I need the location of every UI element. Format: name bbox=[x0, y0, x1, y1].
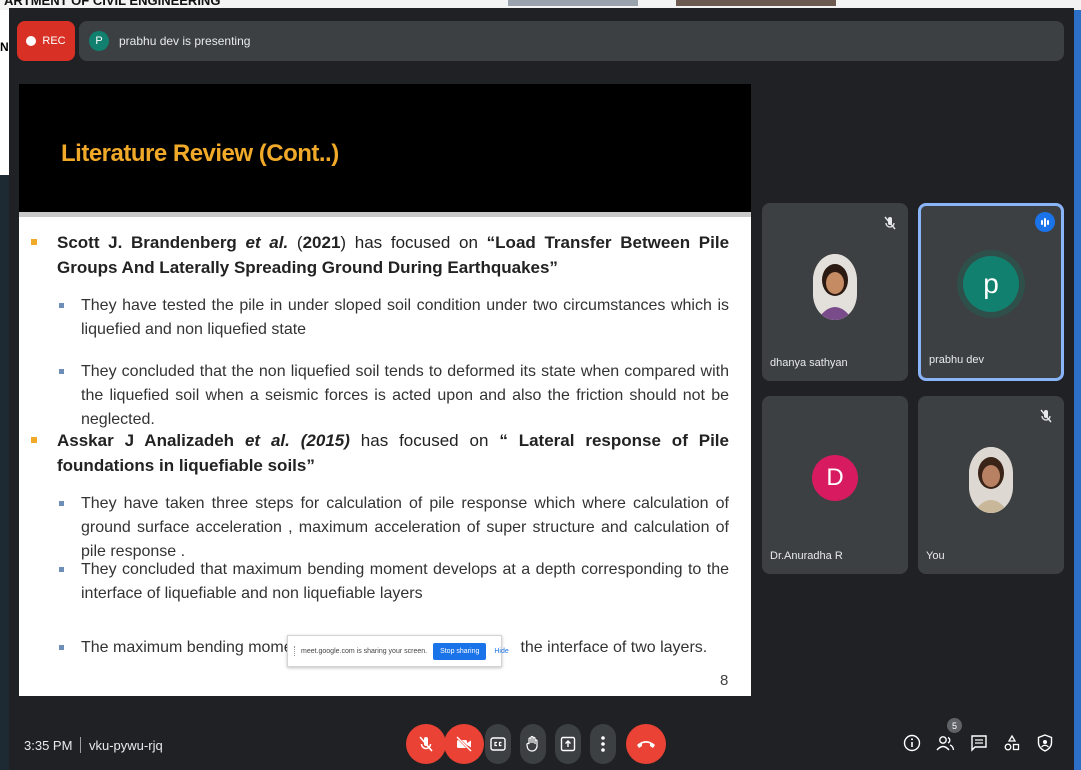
presenter-avatar: P bbox=[89, 31, 109, 51]
meet-window: REC P prabhu dev is presenting Literatur… bbox=[9, 8, 1074, 770]
activities-button[interactable] bbox=[1001, 732, 1023, 754]
background-left-dark-edge bbox=[0, 175, 9, 770]
drag-handle-icon[interactable] bbox=[294, 646, 295, 656]
entry-1-year: 2021 bbox=[302, 233, 341, 252]
info-icon bbox=[903, 734, 921, 752]
present-now-button[interactable] bbox=[555, 724, 581, 764]
speaking-indicator-icon bbox=[1035, 212, 1055, 232]
host-controls-icon bbox=[1037, 734, 1053, 752]
slide-body: Scott J. Brandenberg et al. (2021) has f… bbox=[19, 84, 751, 696]
hide-button[interactable]: Hide bbox=[494, 648, 508, 655]
point-text: They have tested the pile in under slope… bbox=[81, 297, 729, 338]
slide-point: They concluded that the non liquefied so… bbox=[59, 360, 729, 432]
presenting-banner[interactable]: P prabhu dev is presenting bbox=[79, 21, 1064, 61]
present-icon bbox=[560, 736, 576, 752]
mic-toggle-button[interactable] bbox=[406, 724, 446, 764]
presenting-status: prabhu dev is presenting bbox=[119, 34, 251, 48]
slide-point: They have tested the pile in under slope… bbox=[59, 294, 729, 342]
chat-button[interactable] bbox=[968, 732, 990, 754]
recording-indicator: REC bbox=[17, 21, 75, 61]
captions-button[interactable] bbox=[485, 724, 511, 764]
bullet-icon bbox=[31, 239, 37, 245]
background-video-strip-2 bbox=[676, 0, 836, 6]
slide-entry-1: Scott J. Brandenberg et al. (2021) has f… bbox=[31, 230, 729, 280]
chat-icon bbox=[971, 735, 987, 752]
screen-share-notice: meet.google.com is sharing your screen. … bbox=[287, 635, 509, 667]
entry-1-year-close: ) bbox=[340, 233, 347, 252]
people-icon bbox=[936, 736, 955, 751]
camera-toggle-button[interactable] bbox=[444, 724, 484, 764]
more-options-button[interactable] bbox=[590, 724, 616, 764]
participant-tile-prabhu[interactable]: p prabhu dev bbox=[918, 203, 1064, 381]
point-text: They concluded that maximum bending mome… bbox=[81, 561, 729, 602]
stop-sharing-button[interactable]: Stop sharing bbox=[433, 642, 487, 660]
background-video-strip bbox=[508, 0, 638, 6]
bullet-icon bbox=[31, 437, 37, 443]
entry-1-etal: et al. bbox=[245, 233, 289, 252]
entry-2-etal-year: et al. (2015) bbox=[244, 431, 350, 450]
point-text: They have taken three steps for calculat… bbox=[81, 495, 729, 560]
participant-name: You bbox=[926, 550, 945, 562]
entry-2-mid: has focused on bbox=[360, 431, 489, 450]
slide-point: They concluded that maximum bending mome… bbox=[59, 558, 729, 606]
meeting-controls-bar: 3:35 PM vku-pywu-rjq 5 bbox=[9, 710, 1074, 770]
sub-bullet-icon bbox=[59, 645, 64, 650]
end-call-icon bbox=[637, 741, 655, 748]
divider bbox=[80, 737, 81, 753]
participant-photo bbox=[813, 254, 857, 320]
mic-off-icon bbox=[884, 216, 896, 230]
participant-tile-dhanya[interactable]: dhanya sathyan bbox=[762, 203, 908, 381]
raise-hand-icon bbox=[526, 735, 538, 752]
mic-off-icon bbox=[419, 736, 433, 752]
participant-name: prabhu dev bbox=[929, 354, 985, 366]
more-options-icon bbox=[601, 736, 605, 752]
shared-screen: Literature Review (Cont..) Scott J. Bran… bbox=[19, 84, 751, 696]
entry-1-author: Scott J. Brandenberg bbox=[57, 233, 237, 252]
share-message: meet.google.com is sharing your screen. bbox=[301, 647, 428, 655]
participant-name: Dr.Anuradha R bbox=[770, 550, 843, 562]
mic-off-icon bbox=[1040, 409, 1052, 423]
record-dot-icon bbox=[26, 36, 37, 46]
participant-photo bbox=[969, 447, 1013, 513]
background-department-text: ARTMENT OF CIVIL ENGINEERING bbox=[4, 0, 221, 8]
activities-icon bbox=[1004, 734, 1020, 751]
slide-point: They have taken three steps for calculat… bbox=[59, 492, 729, 564]
meeting-time: 3:35 PM bbox=[24, 738, 73, 753]
camera-off-icon bbox=[456, 736, 472, 752]
point-text-end: the interface of two layers. bbox=[520, 639, 708, 656]
entry-2-author: Asskar J Analizadeh bbox=[57, 431, 235, 450]
participant-avatar: D bbox=[812, 455, 858, 501]
sub-bullet-icon bbox=[59, 369, 64, 374]
captions-icon bbox=[490, 737, 506, 751]
background-left-fragment: N bbox=[0, 40, 9, 54]
participant-tile-anuradha[interactable]: D Dr.Anuradha R bbox=[762, 396, 908, 574]
recording-label: REC bbox=[42, 35, 66, 47]
participant-tile-you[interactable]: You bbox=[918, 396, 1064, 574]
people-count-badge: 5 bbox=[947, 718, 962, 733]
sub-bullet-icon bbox=[59, 501, 64, 506]
slide-page-number: 8 bbox=[720, 672, 729, 689]
background-left-edge: N bbox=[0, 10, 9, 175]
entry-1-mid: has focused on bbox=[354, 233, 478, 252]
meeting-info-button[interactable] bbox=[901, 732, 923, 754]
sub-bullet-icon bbox=[59, 567, 64, 572]
point-text: They concluded that the non liquefied so… bbox=[81, 363, 729, 428]
participant-avatar: p bbox=[963, 256, 1019, 312]
participant-name: dhanya sathyan bbox=[770, 357, 848, 369]
raise-hand-button[interactable] bbox=[520, 724, 546, 764]
slide-entry-2: Asskar J Analizadeh et al. (2015) has fo… bbox=[31, 428, 729, 478]
leave-call-button[interactable] bbox=[626, 724, 666, 764]
sub-bullet-icon bbox=[59, 303, 64, 308]
meeting-code: vku-pywu-rjq bbox=[89, 738, 163, 753]
host-controls-button[interactable] bbox=[1034, 732, 1056, 754]
point-text-start: The maximum bending momen bbox=[81, 639, 302, 656]
people-button[interactable] bbox=[934, 732, 956, 754]
